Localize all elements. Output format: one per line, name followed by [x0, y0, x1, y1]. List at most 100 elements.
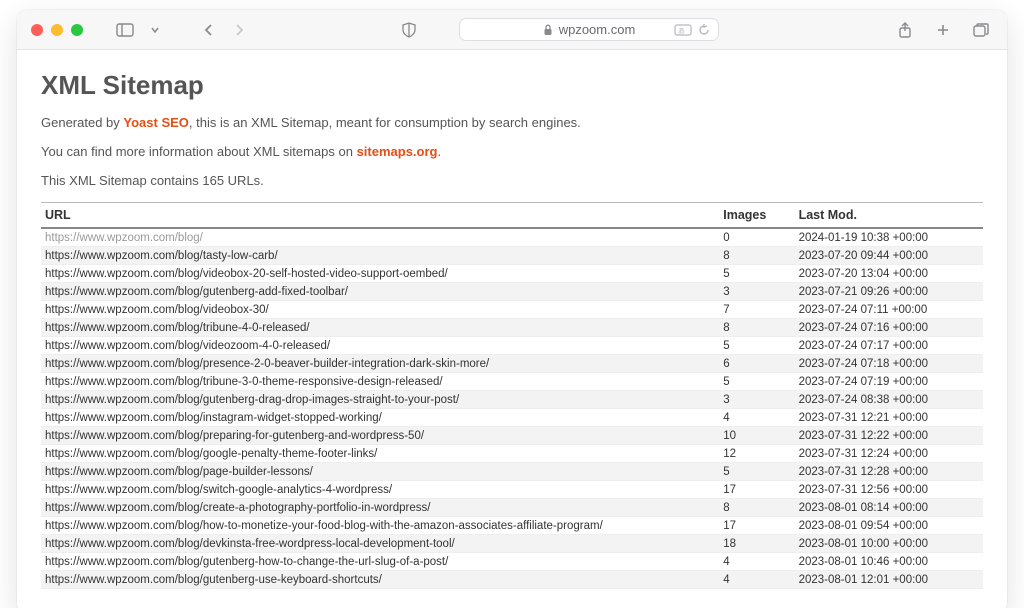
intro-line: Generated by Yoast SEO, this is an XML S… [41, 115, 983, 130]
reload-icon[interactable] [698, 24, 710, 36]
cell-url: https://www.wpzoom.com/blog/instagram-wi… [41, 409, 719, 427]
more-prefix: You can find more information about XML … [41, 144, 357, 159]
cell-images: 3 [719, 283, 794, 301]
cell-url: https://www.wpzoom.com/blog/gutenberg-ho… [41, 553, 719, 571]
url-link[interactable]: https://www.wpzoom.com/blog/switch-googl… [45, 484, 392, 496]
cell-lastmod: 2023-07-24 07:19 +00:00 [795, 373, 983, 391]
table-header-row: URL Images Last Mod. [41, 203, 983, 229]
cell-images: 8 [719, 247, 794, 265]
cell-url: https://www.wpzoom.com/blog/google-penal… [41, 445, 719, 463]
cell-lastmod: 2023-07-20 09:44 +00:00 [795, 247, 983, 265]
cell-url: https://www.wpzoom.com/blog/page-builder… [41, 463, 719, 481]
table-row: https://www.wpzoom.com/blog/preparing-fo… [41, 427, 983, 445]
sitemaps-org-link[interactable]: sitemaps.org [357, 144, 438, 159]
tabs-overview-button[interactable] [969, 19, 993, 41]
address-bar[interactable]: wpzoom.com あ [431, 18, 747, 41]
cell-images: 18 [719, 535, 794, 553]
cell-lastmod: 2023-07-31 12:21 +00:00 [795, 409, 983, 427]
url-link[interactable]: https://www.wpzoom.com/blog/videozoom-4-… [45, 340, 330, 352]
table-row: https://www.wpzoom.com/blog/devkinsta-fr… [41, 535, 983, 553]
cell-lastmod: 2023-07-24 07:16 +00:00 [795, 319, 983, 337]
header-lastmod: Last Mod. [795, 203, 983, 229]
cell-lastmod: 2023-07-21 09:26 +00:00 [795, 283, 983, 301]
cell-url: https://www.wpzoom.com/blog/tasty-low-ca… [41, 247, 719, 265]
cell-images: 17 [719, 517, 794, 535]
page-title: XML Sitemap [41, 70, 983, 101]
cell-images: 4 [719, 409, 794, 427]
sidebar-toggle-button[interactable] [113, 19, 137, 41]
url-link[interactable]: https://www.wpzoom.com/blog/tasty-low-ca… [45, 250, 278, 262]
cell-url: https://www.wpzoom.com/blog/videobox-30/ [41, 301, 719, 319]
cell-images: 7 [719, 301, 794, 319]
cell-lastmod: 2023-08-01 10:00 +00:00 [795, 535, 983, 553]
url-link[interactable]: https://www.wpzoom.com/blog/videobox-30/ [45, 304, 269, 316]
url-link[interactable]: https://www.wpzoom.com/blog/google-penal… [45, 448, 377, 460]
minimize-window-button[interactable] [51, 24, 63, 36]
privacy-shield-icon[interactable] [397, 19, 421, 41]
cell-lastmod: 2023-07-24 08:38 +00:00 [795, 391, 983, 409]
table-row: https://www.wpzoom.com/blog/videobox-30/… [41, 301, 983, 319]
table-row: https://www.wpzoom.com/blog/videobox-20-… [41, 265, 983, 283]
url-link[interactable]: https://www.wpzoom.com/blog/videobox-20-… [45, 268, 448, 280]
reader-icon[interactable]: あ [674, 24, 692, 36]
cell-lastmod: 2023-07-24 07:11 +00:00 [795, 301, 983, 319]
cell-lastmod: 2023-07-31 12:24 +00:00 [795, 445, 983, 463]
new-tab-button[interactable] [931, 19, 955, 41]
cell-url: https://www.wpzoom.com/blog/ [41, 228, 719, 247]
table-row: https://www.wpzoom.com/blog/tribune-3-0-… [41, 373, 983, 391]
url-link[interactable]: https://www.wpzoom.com/blog/page-builder… [45, 466, 313, 478]
table-row: https://www.wpzoom.com/blog/tasty-low-ca… [41, 247, 983, 265]
close-window-button[interactable] [31, 24, 43, 36]
url-link[interactable]: https://www.wpzoom.com/blog/create-a-pho… [45, 502, 430, 514]
cell-images: 10 [719, 427, 794, 445]
back-button[interactable] [197, 19, 221, 41]
table-row: https://www.wpzoom.com/blog/gutenberg-ho… [41, 553, 983, 571]
url-count: This XML Sitemap contains 165 URLs. [41, 173, 983, 188]
url-link[interactable]: https://www.wpzoom.com/blog/tribune-4-0-… [45, 322, 310, 334]
table-row: https://www.wpzoom.com/blog/tribune-4-0-… [41, 319, 983, 337]
tab-overview-dropdown[interactable] [143, 19, 167, 41]
forward-button[interactable] [227, 19, 251, 41]
cell-url: https://www.wpzoom.com/blog/how-to-monet… [41, 517, 719, 535]
url-link[interactable]: https://www.wpzoom.com/blog/preparing-fo… [45, 430, 424, 442]
address-text: wpzoom.com [559, 22, 636, 37]
url-link[interactable]: https://www.wpzoom.com/blog/instagram-wi… [45, 412, 382, 424]
titlebar: wpzoom.com あ [17, 10, 1007, 50]
yoast-seo-link[interactable]: Yoast SEO [123, 115, 189, 130]
cell-images: 0 [719, 228, 794, 247]
url-link[interactable]: https://www.wpzoom.com/blog/devkinsta-fr… [45, 538, 455, 550]
url-link[interactable]: https://www.wpzoom.com/blog/gutenberg-ad… [45, 286, 348, 298]
cell-images: 6 [719, 355, 794, 373]
table-row: https://www.wpzoom.com/blog/instagram-wi… [41, 409, 983, 427]
cell-lastmod: 2023-08-01 12:01 +00:00 [795, 571, 983, 589]
page-content: XML Sitemap Generated by Yoast SEO, this… [17, 50, 1007, 608]
table-row: https://www.wpzoom.com/blog/page-builder… [41, 463, 983, 481]
cell-url: https://www.wpzoom.com/blog/gutenberg-dr… [41, 391, 719, 409]
table-row: https://www.wpzoom.com/blog/google-penal… [41, 445, 983, 463]
cell-images: 4 [719, 553, 794, 571]
cell-images: 8 [719, 319, 794, 337]
url-link[interactable]: https://www.wpzoom.com/blog/presence-2-0… [45, 358, 489, 370]
intro-prefix: Generated by [41, 115, 123, 130]
cell-url: https://www.wpzoom.com/blog/videozoom-4-… [41, 337, 719, 355]
cell-lastmod: 2024-01-19 10:38 +00:00 [795, 228, 983, 247]
maximize-window-button[interactable] [71, 24, 83, 36]
cell-lastmod: 2023-08-01 08:14 +00:00 [795, 499, 983, 517]
url-link[interactable]: https://www.wpzoom.com/blog/gutenberg-ho… [45, 556, 448, 568]
url-link[interactable]: https://www.wpzoom.com/blog/ [45, 232, 203, 244]
cell-images: 3 [719, 391, 794, 409]
url-link[interactable]: https://www.wpzoom.com/blog/gutenberg-dr… [45, 394, 459, 406]
url-link[interactable]: https://www.wpzoom.com/blog/tribune-3-0-… [45, 376, 443, 388]
lock-icon [543, 24, 553, 36]
url-link[interactable]: https://www.wpzoom.com/blog/gutenberg-us… [45, 574, 382, 586]
cell-images: 17 [719, 481, 794, 499]
cell-url: https://www.wpzoom.com/blog/devkinsta-fr… [41, 535, 719, 553]
share-button[interactable] [893, 19, 917, 41]
traffic-lights [31, 24, 83, 36]
cell-images: 4 [719, 571, 794, 589]
cell-lastmod: 2023-08-01 10:46 +00:00 [795, 553, 983, 571]
intro-suffix: , this is an XML Sitemap, meant for cons… [189, 115, 581, 130]
cell-lastmod: 2023-07-20 13:04 +00:00 [795, 265, 983, 283]
url-link[interactable]: https://www.wpzoom.com/blog/how-to-monet… [45, 520, 603, 532]
cell-images: 5 [719, 373, 794, 391]
